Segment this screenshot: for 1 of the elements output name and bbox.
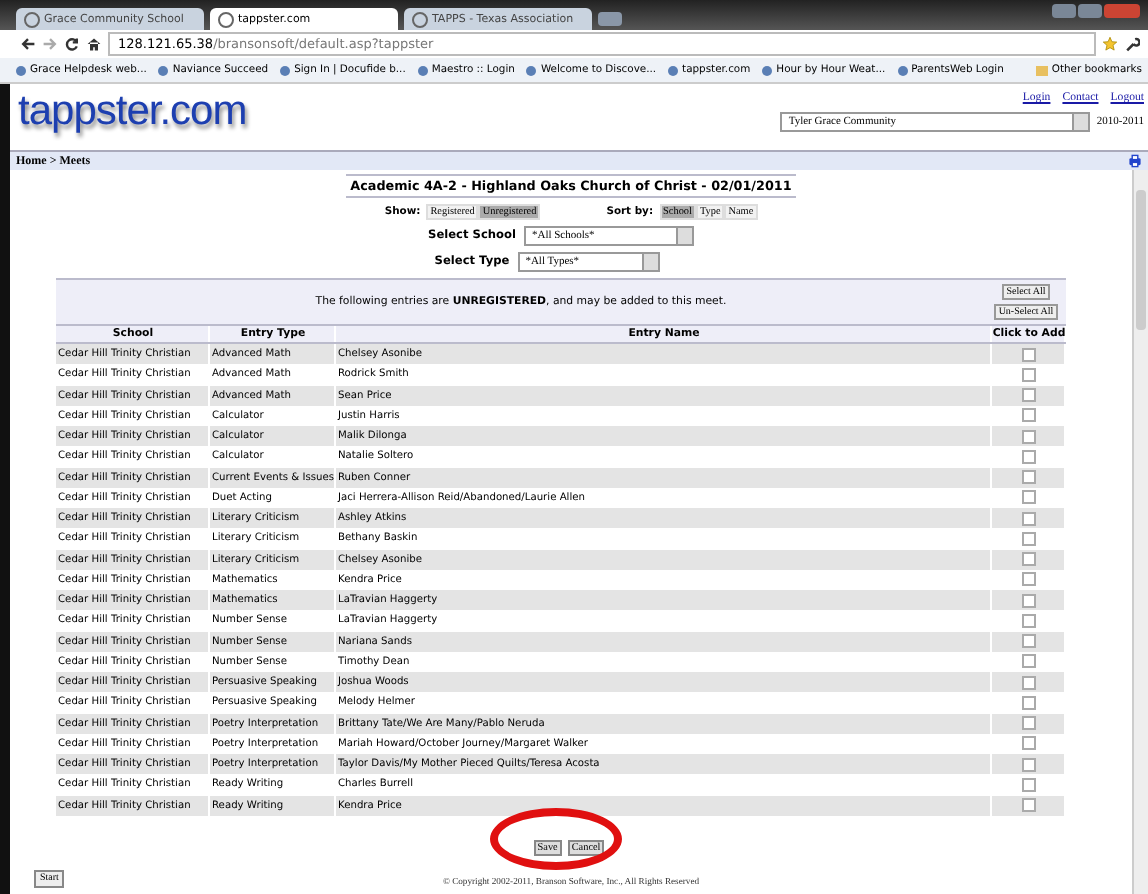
site-logo: tappster.com [18, 88, 247, 138]
